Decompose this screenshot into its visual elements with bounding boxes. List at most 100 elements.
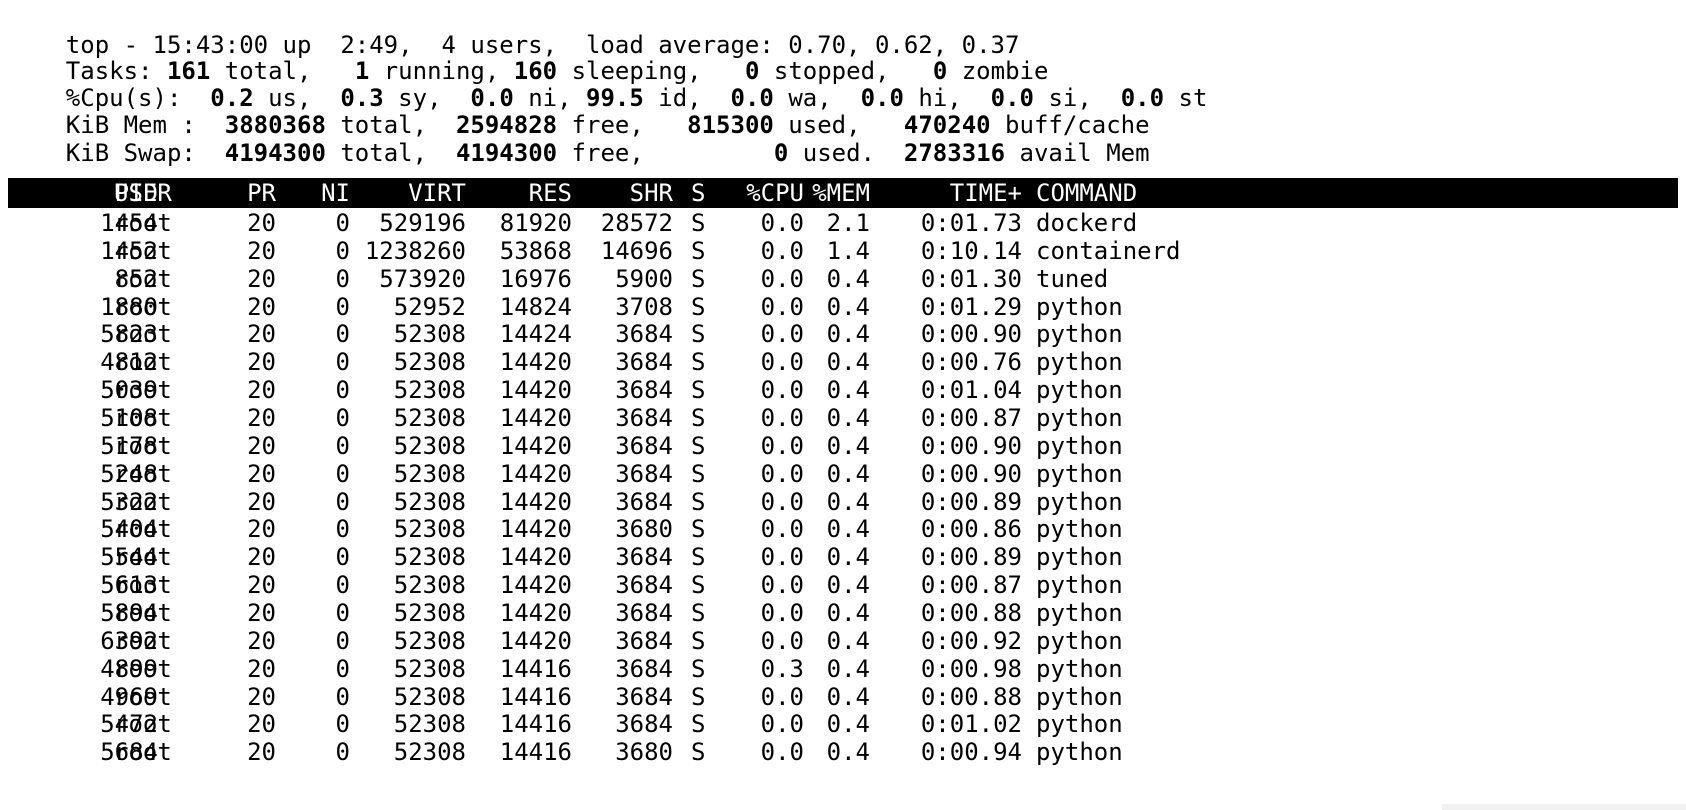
pr-cell: 20 <box>247 655 276 683</box>
shr-cell: 3680 <box>615 738 673 766</box>
shr-cell: 3684 <box>615 460 673 488</box>
cpu-cell: 0.0 <box>760 543 804 571</box>
virt-cell: 52952 <box>393 293 466 321</box>
time-cell: 0:01.02 <box>920 710 1022 738</box>
ni-cell: 0 <box>335 348 350 376</box>
ni-cell: 0 <box>335 404 350 432</box>
table-row: 5248 root 20 0 52308 14420 3684 S 0.0 0.4 0:00.90 p… <box>8 459 1678 489</box>
cpu-cell: 0.0 <box>760 237 804 265</box>
shr-cell: 3684 <box>615 320 673 348</box>
command-cell: python <box>1036 738 1123 766</box>
virt-cell: 52308 <box>393 599 466 627</box>
cpu-cell: 0.0 <box>760 710 804 738</box>
cpu-cell: 0.0 <box>760 432 804 460</box>
command-cell: dockerd <box>1036 209 1138 237</box>
mem-cell: 0.4 <box>826 404 870 432</box>
cpu-line: %Cpu(s): 0.2 us, 0.3 sy, 0.0 ni, 99.5 id… <box>8 53 1208 112</box>
cpu-st-label: st <box>1164 84 1208 112</box>
ni-cell: 0 <box>335 488 350 516</box>
ni-cell: 0 <box>335 683 350 711</box>
mem-cell: 0.4 <box>826 599 870 627</box>
table-row: 1880 root 20 0 52952 14824 3708 S 0.0 0.4 0:01.29 p… <box>8 292 1678 322</box>
time-cell: 0:10.14 <box>920 237 1022 265</box>
time-cell: 0:00.88 <box>920 599 1022 627</box>
virt-cell: 52308 <box>393 348 466 376</box>
time-cell: 0:00.89 <box>920 543 1022 571</box>
time-cell: 0:00.87 <box>920 571 1022 599</box>
ni-cell: 0 <box>335 320 350 348</box>
table-row: 4969 root 20 0 52308 14416 3684 S 0.0 0.4 0:00.88 p… <box>8 682 1678 712</box>
command-cell: python <box>1036 460 1123 488</box>
command-cell: python <box>1036 655 1123 683</box>
virt-cell: 52308 <box>393 488 466 516</box>
pr-cell: 20 <box>247 710 276 738</box>
pr-cell: 20 <box>247 599 276 627</box>
column-header-pr: PR <box>247 179 276 207</box>
swap-avail: 2783316 <box>903 139 1006 167</box>
table-row: 5404 root 20 0 52308 14420 3680 S 0.0 0.4 0:00.86 p… <box>8 514 1678 544</box>
pr-cell: 20 <box>247 738 276 766</box>
ni-cell: 0 <box>335 655 350 683</box>
pr-cell: 20 <box>247 293 276 321</box>
ni-cell: 0 <box>335 515 350 543</box>
swap-total-label: total, <box>325 139 456 167</box>
swap-free: 4194300 <box>455 139 558 167</box>
pr-cell: 20 <box>247 515 276 543</box>
table-row: 5544 root 20 0 52308 14420 3684 S 0.0 0.4 0:00.89 p… <box>8 542 1678 572</box>
command-cell: python <box>1036 320 1123 348</box>
terminal-window[interactable]: top - 15:43:00 up 2:49, 4 users, load av… <box>0 0 1686 810</box>
command-cell: python <box>1036 599 1123 627</box>
ni-cell: 0 <box>335 543 350 571</box>
virt-cell: 52308 <box>393 432 466 460</box>
cpu-cell: 0.0 <box>760 376 804 404</box>
mem-cell: 0.4 <box>826 571 870 599</box>
command-cell: python <box>1036 543 1123 571</box>
pr-cell: 20 <box>247 683 276 711</box>
pr-cell: 20 <box>247 432 276 460</box>
swap-line: KiB Swap: 4194300 total, 4194300 free, 0… <box>8 108 1150 167</box>
mem-cell: 0.4 <box>826 515 870 543</box>
time-cell: 0:00.90 <box>920 320 1022 348</box>
mem-cell: 0.4 <box>826 348 870 376</box>
ni-cell: 0 <box>335 599 350 627</box>
mem-cell: 0.4 <box>826 432 870 460</box>
ni-cell: 0 <box>335 460 350 488</box>
time-cell: 0:00.90 <box>920 460 1022 488</box>
shr-cell: 3680 <box>615 515 673 543</box>
corner-box <box>1442 804 1686 810</box>
shr-cell: 3684 <box>615 376 673 404</box>
shr-cell: 3684 <box>615 432 673 460</box>
cpu-cell: 0.0 <box>760 683 804 711</box>
command-cell: python <box>1036 293 1123 321</box>
virt-cell: 52308 <box>393 627 466 655</box>
ni-cell: 0 <box>335 265 350 293</box>
table-row: 5178 root 20 0 52308 14420 3684 S 0.0 0.4 0:00.90 p… <box>8 431 1678 461</box>
mem-cell: 0.4 <box>826 460 870 488</box>
shr-cell: 3684 <box>615 710 673 738</box>
time-cell: 0:01.29 <box>920 293 1022 321</box>
virt-cell: 52308 <box>393 376 466 404</box>
cpu-cell: 0.0 <box>760 460 804 488</box>
time-cell: 0:00.88 <box>920 683 1022 711</box>
shr-cell: 3684 <box>615 488 673 516</box>
virt-cell: 529196 <box>379 209 466 237</box>
cpu-cell: 0.0 <box>760 515 804 543</box>
cpu-cell: 0.0 <box>760 627 804 655</box>
shr-cell: 3684 <box>615 655 673 683</box>
column-header-command: COMMAND <box>1036 179 1138 207</box>
cpu-cell: 0.0 <box>760 265 804 293</box>
mem-cell: 2.1 <box>826 209 870 237</box>
command-cell: python <box>1036 710 1123 738</box>
mem-cell: 1.4 <box>826 237 870 265</box>
time-cell: 0:00.98 <box>920 655 1022 683</box>
ni-cell: 0 <box>335 376 350 404</box>
command-cell: python <box>1036 488 1123 516</box>
time-cell: 0:00.76 <box>920 348 1022 376</box>
time-cell: 0:00.86 <box>920 515 1022 543</box>
mem-cell: 0.4 <box>826 488 870 516</box>
virt-cell: 52308 <box>393 460 466 488</box>
command-cell: containerd <box>1036 237 1181 265</box>
cpu-cell: 0.0 <box>760 571 804 599</box>
shr-cell: 3684 <box>615 683 673 711</box>
column-header-mem: %MEM <box>812 179 870 207</box>
